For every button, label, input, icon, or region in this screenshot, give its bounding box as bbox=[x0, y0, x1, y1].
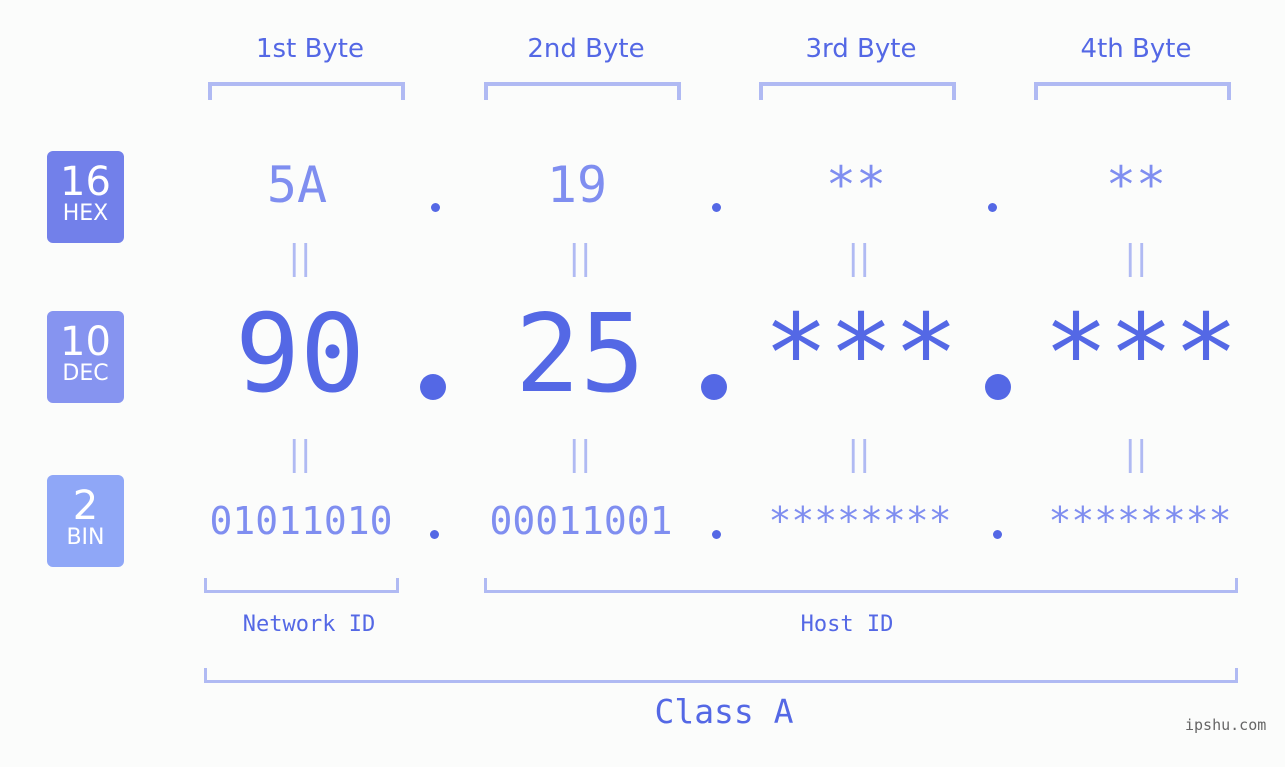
hex-badge-number: 16 bbox=[60, 159, 111, 205]
byte-header-3: 3rd Byte bbox=[805, 34, 917, 64]
watermark: ipshu.com bbox=[1185, 716, 1267, 734]
byte-header-2: 2nd Byte bbox=[527, 34, 645, 64]
dec-badge-number: 10 bbox=[60, 319, 111, 365]
bin-badge-label: BIN bbox=[66, 525, 105, 550]
bin-byte-1: 01011010 bbox=[209, 499, 393, 543]
equals-sign: || bbox=[1124, 238, 1148, 278]
dec-byte-4: *** bbox=[1043, 292, 1239, 417]
dec-badge-label: DEC bbox=[62, 361, 109, 386]
host-id-label: Host ID bbox=[800, 612, 894, 637]
hex-dot-1 bbox=[431, 203, 440, 212]
dec-badge: 10 DEC bbox=[47, 311, 124, 403]
hex-byte-1: 5A bbox=[266, 156, 328, 214]
hex-byte-2: 19 bbox=[546, 156, 608, 214]
equals-sign: || bbox=[1124, 434, 1148, 474]
bin-dot-2 bbox=[712, 530, 721, 539]
bin-badge: 2 BIN bbox=[47, 475, 124, 567]
byte-header-1: 1st Byte bbox=[256, 34, 364, 64]
hex-byte-3: ** bbox=[825, 156, 887, 214]
network-id-bracket bbox=[204, 578, 399, 593]
dec-dot-3 bbox=[985, 374, 1011, 400]
hex-dot-2 bbox=[712, 203, 721, 212]
bin-dot-1 bbox=[430, 530, 439, 539]
equals-sign: || bbox=[847, 238, 871, 278]
class-bracket bbox=[204, 668, 1238, 683]
class-label: Class A bbox=[654, 692, 794, 731]
equals-sign: || bbox=[288, 238, 312, 278]
host-id-bracket bbox=[484, 578, 1238, 593]
byte-bracket-2 bbox=[484, 82, 681, 100]
dec-byte-3: *** bbox=[763, 292, 959, 417]
equals-sign: || bbox=[568, 238, 592, 278]
dec-byte-1: 90 bbox=[234, 292, 366, 417]
hex-badge-label: HEX bbox=[62, 201, 109, 226]
byte-bracket-4 bbox=[1034, 82, 1231, 100]
bin-byte-3: ******** bbox=[768, 499, 952, 543]
byte-bracket-3 bbox=[759, 82, 956, 100]
hex-byte-4: ** bbox=[1105, 156, 1167, 214]
dec-dot-2 bbox=[701, 374, 727, 400]
bin-byte-2: 00011001 bbox=[489, 499, 673, 543]
byte-bracket-1 bbox=[208, 82, 405, 100]
hex-badge: 16 HEX bbox=[47, 151, 124, 243]
network-id-label: Network ID bbox=[242, 612, 376, 637]
equals-sign: || bbox=[847, 434, 871, 474]
dec-dot-1 bbox=[420, 374, 446, 400]
equals-sign: || bbox=[288, 434, 312, 474]
bin-byte-4: ******** bbox=[1048, 499, 1232, 543]
dec-byte-2: 25 bbox=[514, 292, 646, 417]
equals-sign: || bbox=[568, 434, 592, 474]
byte-header-4: 4th Byte bbox=[1080, 34, 1192, 64]
bin-dot-3 bbox=[993, 530, 1002, 539]
bin-badge-number: 2 bbox=[72, 483, 99, 529]
hex-dot-3 bbox=[988, 203, 997, 212]
